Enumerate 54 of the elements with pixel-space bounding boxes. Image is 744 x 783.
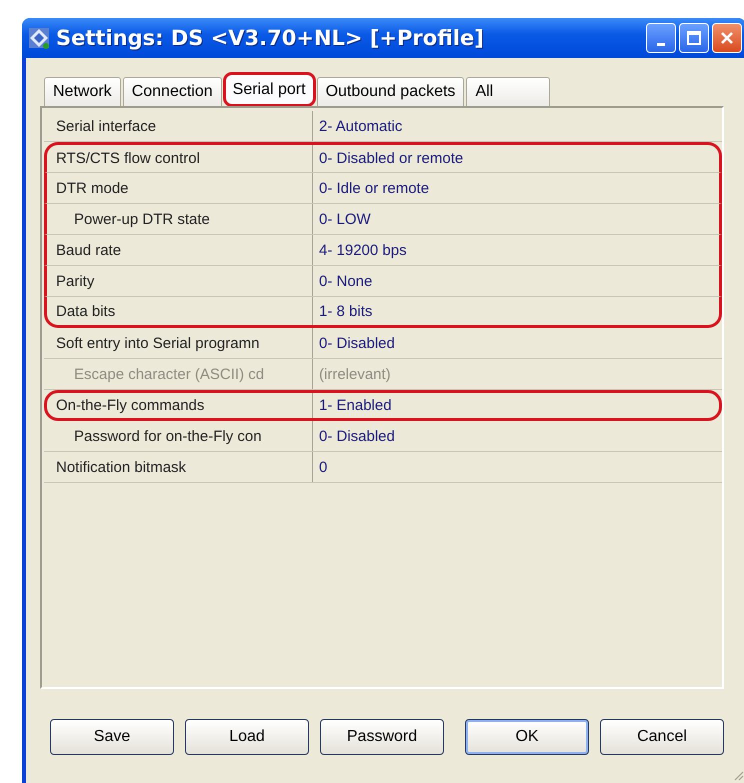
property-row[interactable]: Data bits 1- 8 bits [44,297,722,328]
property-value: 0- LOW [318,210,371,228]
property-value: 1- 8 bits [318,302,372,320]
property-value: 1- Enabled [318,397,392,414]
property-name: Power-up DTR state [47,204,313,234]
property-name: Soft entry into Serial programn [44,328,313,358]
property-value: 2- Automatic [318,118,402,134]
property-name: Parity [47,266,313,296]
dialog-button[interactable]: Load [185,719,309,755]
property-row[interactable]: Serial interface 2- Automatic [44,111,722,142]
property-name: Password for on-the-Fly con [44,421,313,451]
property-name: Notification bitmask [44,452,313,482]
property-name: Escape character (ASCII) cd [44,359,313,389]
property-value: 0- Disabled or remote [318,150,464,167]
tab[interactable]: Connection [122,77,222,106]
property-row[interactable]: RTS/CTS flow control 0- Disabled or remote [44,142,722,173]
minimize-button[interactable] [646,23,676,53]
property-name: Serial interface [44,111,313,141]
property-name: Data bits [47,297,313,325]
property-row[interactable]: Notification bitmask 0 [44,452,722,483]
resize-grip-icon [732,769,744,781]
property-value: 0- Disabled [318,334,395,352]
maximize-icon [687,31,701,45]
property-value: 0- Disabled [318,428,395,444]
property-row[interactable]: On-the-Fly commands 1- Enabled [44,390,722,421]
dialog-button[interactable]: Password [320,719,444,755]
dialog-button[interactable]: Cancel [600,719,724,755]
dialog-button[interactable]: Save [50,719,174,755]
property-value: 0- None [318,272,372,290]
property-row[interactable]: Soft entry into Serial programn 0- Disabled [44,328,722,359]
property-name: Baud rate [47,235,313,265]
property-row[interactable]: Power-up DTR state 0- LOW [44,204,722,235]
property-value: (irrelevant) [318,366,391,382]
tab[interactable]: Network [44,77,121,106]
window-title: Settings: DS <V3.70+NL> [+Profile] [56,26,485,50]
property-name: DTR mode [47,173,313,203]
property-name: On-the-Fly commands [47,393,313,418]
property-name: RTS/CTS flow control [47,145,313,172]
close-button[interactable] [712,23,742,53]
tab[interactable]: Outbound packets [316,77,464,106]
maximize-button[interactable] [679,23,709,53]
property-value: 4- 19200 bps [318,242,407,258]
property-value: 0- Idle or remote [318,180,430,196]
close-icon [720,31,734,45]
tab[interactable]: Serial port [224,73,315,106]
minimize-icon [657,42,665,46]
dialog-button[interactable]: OK [465,719,589,755]
property-row[interactable]: Baud rate 4- 19200 bps [44,235,722,266]
app-icon [28,27,50,49]
property-value: 0 [318,458,328,476]
property-row[interactable]: Password for on-the-Fly con 0- Disabled [44,421,722,452]
property-row[interactable]: Parity 0- None [44,266,722,297]
property-row[interactable]: DTR mode 0- Idle or remote [44,173,722,204]
tab[interactable]: All [466,77,550,106]
